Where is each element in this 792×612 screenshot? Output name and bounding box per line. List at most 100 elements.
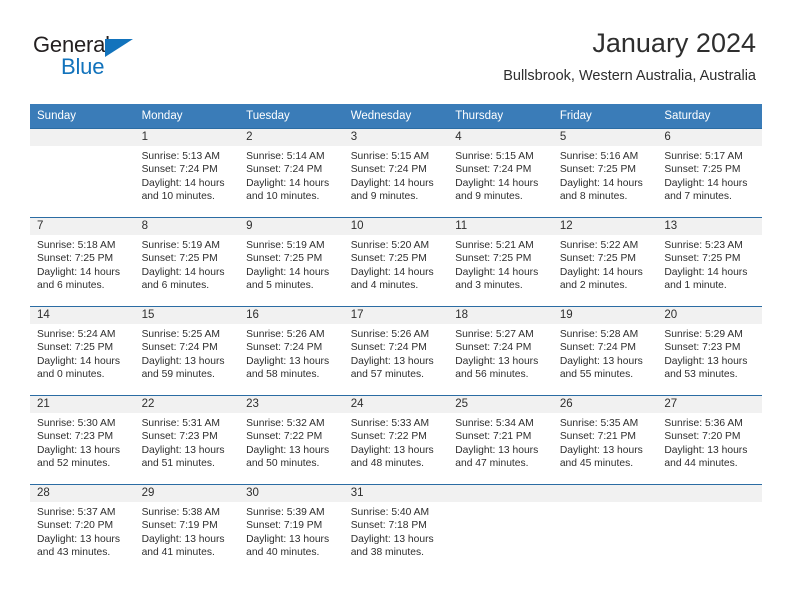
day-details: Sunrise: 5:24 AM Sunset: 7:25 PM Daylight:… <box>30 324 135 382</box>
sunset-time: Sunset: 7:24 PM <box>141 342 218 354</box>
daylight-duration-line1: Daylight: 13 hours <box>246 533 330 545</box>
daylight-duration-line2: and 52 minutes. <box>37 458 111 470</box>
daylight-duration-line1: Daylight: 13 hours <box>37 444 120 456</box>
calendar-day-cell[interactable]: 17 Sunrise: 5:26 AM Sunset: 7:24 PM Dayligh… <box>343 306 449 396</box>
daylight-duration-line2: and 51 minutes. <box>141 458 215 470</box>
calendar-day-cell[interactable]: 5 Sunrise: 5:16 AM Sunset: 7:25 PM Daylight… <box>552 129 658 218</box>
calendar-day-cell[interactable]: 19 Sunrise: 5:28 AM Sunset: 7:24 PM Dayligh… <box>552 306 658 396</box>
calendar-day-cell[interactable]: 6 Sunrise: 5:17 AM Sunset: 7:25 PM Daylight… <box>657 129 762 218</box>
calendar-day-cell[interactable]: 31 Sunrise: 5:40 AM Sunset: 7:18 PM Dayligh… <box>343 484 449 573</box>
calendar-day-cell[interactable]: 20 Sunrise: 5:29 AM Sunset: 7:23 PM Dayligh… <box>657 306 762 396</box>
day-number: 12 <box>552 218 658 235</box>
daylight-duration-line2: and 4 minutes. <box>350 280 419 292</box>
day-details: Sunrise: 5:29 AM Sunset: 7:23 PM Daylight:… <box>657 324 762 382</box>
day-cell-inner: 25 Sunrise: 5:34 AM Sunset: 7:21 PM Dayligh… <box>448 396 553 484</box>
daylight-duration-line1: Daylight: 14 hours <box>350 266 434 278</box>
calendar-day-cell[interactable]: 9 Sunrise: 5:19 AM Sunset: 7:25 PM Daylight… <box>239 217 344 307</box>
weekday-header-tuesday: Tuesday <box>239 104 344 129</box>
daylight-duration-line2: and 1 minute. <box>664 280 727 292</box>
day-cell-inner: 28 Sunrise: 5:37 AM Sunset: 7:20 PM Dayligh… <box>30 485 135 573</box>
sunset-time: Sunset: 7:21 PM <box>559 431 636 443</box>
sunrise-time: Sunrise: 5:15 AM <box>350 151 430 162</box>
day-details: Sunrise: 5:18 AM Sunset: 7:25 PM Daylight:… <box>30 235 135 293</box>
daylight-duration-line1: Daylight: 13 hours <box>350 355 434 367</box>
sunset-time: Sunset: 7:23 PM <box>664 342 741 354</box>
sunrise-time: Sunrise: 5:26 AM <box>350 329 430 340</box>
calendar-day-cell[interactable]: 28 Sunrise: 5:37 AM Sunset: 7:20 PM Dayligh… <box>30 484 135 573</box>
day-details: Sunrise: 5:26 AM Sunset: 7:24 PM Daylight:… <box>344 324 449 382</box>
daylight-duration-line1: Daylight: 14 hours <box>559 177 643 189</box>
day-cell-inner: 4 Sunrise: 5:15 AM Sunset: 7:24 PM Daylight… <box>448 129 553 217</box>
sunrise-time: Sunrise: 5:40 AM <box>350 507 430 518</box>
day-number: 24 <box>343 396 449 413</box>
daylight-duration-line2: and 6 minutes. <box>141 280 210 292</box>
calendar-day-cell[interactable]: 22 Sunrise: 5:31 AM Sunset: 7:23 PM Dayligh… <box>134 395 240 485</box>
calendar-day-cell[interactable]: 18 Sunrise: 5:27 AM Sunset: 7:24 PM Dayligh… <box>448 306 553 396</box>
calendar-empty-cell <box>30 129 135 218</box>
daylight-duration-line2: and 40 minutes. <box>246 547 320 559</box>
calendar-day-cell[interactable]: 2 Sunrise: 5:14 AM Sunset: 7:24 PM Daylight… <box>239 129 344 218</box>
day-number: 19 <box>552 307 658 324</box>
day-cell-inner: 6 Sunrise: 5:17 AM Sunset: 7:25 PM Daylight… <box>657 129 762 217</box>
calendar-day-cell[interactable]: 24 Sunrise: 5:33 AM Sunset: 7:22 PM Dayligh… <box>343 395 449 485</box>
day-cell-inner: 9 Sunrise: 5:19 AM Sunset: 7:25 PM Daylight… <box>239 218 344 306</box>
daylight-duration-line1: Daylight: 13 hours <box>141 444 225 456</box>
weekday-header-row: Sunday Monday Tuesday Wednesday Thursday… <box>30 104 762 129</box>
day-number: 16 <box>239 307 344 324</box>
daylight-duration-line2: and 8 minutes. <box>559 191 628 203</box>
calendar-day-cell[interactable]: 27 Sunrise: 5:36 AM Sunset: 7:20 PM Dayligh… <box>657 395 762 485</box>
calendar-day-cell[interactable]: 21 Sunrise: 5:30 AM Sunset: 7:23 PM Dayligh… <box>30 395 135 485</box>
calendar-day-cell[interactable]: 7 Sunrise: 5:18 AM Sunset: 7:25 PM Daylight… <box>30 217 135 307</box>
calendar-day-cell[interactable]: 25 Sunrise: 5:34 AM Sunset: 7:21 PM Dayligh… <box>448 395 553 485</box>
day-cell-inner: 24 Sunrise: 5:33 AM Sunset: 7:22 PM Dayligh… <box>343 396 449 484</box>
calendar-week-row: 14 Sunrise: 5:24 AM Sunset: 7:25 PM Dayligh… <box>30 306 762 396</box>
calendar-day-cell[interactable]: 3 Sunrise: 5:15 AM Sunset: 7:24 PM Daylight… <box>343 129 449 218</box>
calendar-day-cell[interactable]: 13 Sunrise: 5:23 AM Sunset: 7:25 PM Dayligh… <box>657 217 762 307</box>
daylight-duration-line1: Daylight: 13 hours <box>246 444 330 456</box>
calendar-day-cell[interactable]: 16 Sunrise: 5:26 AM Sunset: 7:24 PM Dayligh… <box>239 306 344 396</box>
day-number: 13 <box>657 218 762 235</box>
daylight-duration-line1: Daylight: 13 hours <box>37 533 120 545</box>
brand-logo[interactable]: General Blue <box>33 34 153 82</box>
daylight-duration-line2: and 2 minutes. <box>559 280 628 292</box>
day-details <box>657 502 762 506</box>
daylight-duration-line1: Daylight: 13 hours <box>664 355 748 367</box>
sunrise-time: Sunrise: 5:21 AM <box>455 240 534 251</box>
sunrise-time: Sunrise: 5:31 AM <box>141 418 220 429</box>
calendar-day-cell[interactable]: 15 Sunrise: 5:25 AM Sunset: 7:24 PM Dayligh… <box>134 306 240 396</box>
weekday-header-thursday: Thursday <box>448 104 553 129</box>
day-number: 11 <box>448 218 553 235</box>
sunrise-time: Sunrise: 5:26 AM <box>246 329 325 340</box>
day-number: 9 <box>239 218 344 235</box>
calendar-day-cell[interactable]: 12 Sunrise: 5:22 AM Sunset: 7:25 PM Dayligh… <box>552 217 658 307</box>
brand-name-general: General <box>33 32 110 57</box>
sunrise-time: Sunrise: 5:18 AM <box>37 240 116 251</box>
calendar-day-cell[interactable]: 11 Sunrise: 5:21 AM Sunset: 7:25 PM Dayligh… <box>448 217 553 307</box>
sunrise-time: Sunrise: 5:14 AM <box>246 151 325 162</box>
sunrise-time: Sunrise: 5:22 AM <box>559 240 639 251</box>
day-cell-inner <box>657 485 762 573</box>
calendar-day-cell[interactable]: 14 Sunrise: 5:24 AM Sunset: 7:25 PM Dayligh… <box>30 306 135 396</box>
calendar-day-cell[interactable]: 8 Sunrise: 5:19 AM Sunset: 7:25 PM Daylight… <box>134 217 240 307</box>
calendar-empty-cell <box>552 484 658 573</box>
day-details: Sunrise: 5:37 AM Sunset: 7:20 PM Daylight:… <box>30 502 135 560</box>
calendar-day-cell[interactable]: 30 Sunrise: 5:39 AM Sunset: 7:19 PM Dayligh… <box>239 484 344 573</box>
day-details: Sunrise: 5:14 AM Sunset: 7:24 PM Daylight:… <box>239 146 344 204</box>
sunset-time: Sunset: 7:24 PM <box>246 164 323 176</box>
calendar-day-cell[interactable]: 26 Sunrise: 5:35 AM Sunset: 7:21 PM Dayligh… <box>552 395 658 485</box>
page-title: January 2024 <box>592 28 756 58</box>
sunset-time: Sunset: 7:19 PM <box>141 520 218 532</box>
day-number: 17 <box>343 307 449 324</box>
calendar-day-cell[interactable]: 1 Sunrise: 5:13 AM Sunset: 7:24 PM Daylight… <box>134 129 240 218</box>
day-cell-inner: 30 Sunrise: 5:39 AM Sunset: 7:19 PM Dayligh… <box>239 485 344 573</box>
day-number: 6 <box>657 129 762 146</box>
calendar-day-cell[interactable]: 4 Sunrise: 5:15 AM Sunset: 7:24 PM Daylight… <box>448 129 553 218</box>
sunrise-time: Sunrise: 5:30 AM <box>37 418 116 429</box>
day-cell-inner: 10 Sunrise: 5:20 AM Sunset: 7:25 PM Dayligh… <box>343 218 449 306</box>
calendar-day-cell[interactable]: 23 Sunrise: 5:32 AM Sunset: 7:22 PM Dayligh… <box>239 395 344 485</box>
sunset-time: Sunset: 7:23 PM <box>37 431 114 443</box>
sunset-time: Sunset: 7:25 PM <box>246 253 323 265</box>
sunset-time: Sunset: 7:25 PM <box>664 253 741 265</box>
calendar-day-cell[interactable]: 29 Sunrise: 5:38 AM Sunset: 7:19 PM Dayligh… <box>134 484 240 573</box>
calendar-day-cell[interactable]: 10 Sunrise: 5:20 AM Sunset: 7:25 PM Dayligh… <box>343 217 449 307</box>
